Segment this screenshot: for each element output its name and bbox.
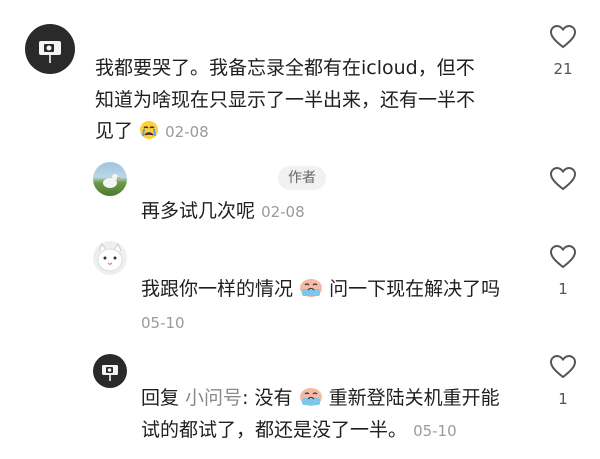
reply-text-after: 重新登陆关机重开能 — [328, 387, 500, 409]
reply-date: 02-08 — [261, 203, 305, 221]
comment-text-line-3-label: 见了 — [95, 120, 134, 142]
like-heart-icon[interactable] — [549, 354, 577, 380]
reply-text: 我跟你一样的情况 问一下现在解决了吗 — [141, 274, 500, 308]
camera-avatar-icon — [39, 41, 61, 63]
reply-text-line-2: 试的都试了，都还是没了一半。 05-10 — [141, 415, 457, 447]
reply-text-after: 问一下现在解决了吗 — [329, 278, 501, 300]
author-avatar[interactable] — [93, 162, 127, 196]
like-count: 21 — [553, 60, 573, 78]
reply-text-before: : 没有 — [242, 387, 293, 409]
reply-date: 05-10 — [413, 422, 457, 440]
avatar[interactable] — [25, 24, 75, 74]
camera-avatar-icon — [102, 365, 118, 381]
cat-avatar-icon — [97, 242, 123, 272]
like-heart-icon[interactable] — [549, 24, 577, 50]
bird-photo-icon — [103, 174, 121, 188]
reply-prefix: 回复 — [141, 387, 186, 409]
reply-text-label: 再多试几次呢 — [141, 200, 256, 222]
reply-text-line-2-label: 试的都试了，都还是没了一半。 — [141, 419, 408, 441]
crying-face-emoji — [139, 119, 159, 150]
reply-text-line-1: 回复 小问号: 没有 重新登陆关机重开能 — [141, 383, 500, 417]
comment-date: 02-08 — [165, 123, 209, 141]
like-count: 1 — [558, 390, 568, 408]
avatar[interactable] — [93, 354, 127, 388]
cat-avatar[interactable] — [93, 241, 127, 275]
like-heart-icon[interactable] — [549, 166, 577, 192]
cry-sticker-icon — [299, 385, 323, 417]
like-heart-icon[interactable] — [549, 244, 577, 270]
comment-text-line-3: 见了 02-08 — [95, 116, 209, 150]
reply-to-username[interactable]: 小问号 — [185, 387, 242, 409]
cry-sticker-icon — [299, 276, 323, 308]
comment-text-line-1: 我都要哭了。我备忘录全都有在icloud，但不 — [95, 57, 475, 79]
reply-date: 05-10 — [141, 314, 185, 332]
reply-text-before: 我跟你一样的情况 — [141, 278, 294, 300]
comment-text-line-2: 知道为啥现在只显示了一半出来，还有一半不 — [95, 89, 476, 111]
author-badge: 作者 — [278, 166, 326, 190]
like-count: 1 — [558, 280, 568, 298]
reply-text: 再多试几次呢 02-08 — [141, 196, 305, 228]
